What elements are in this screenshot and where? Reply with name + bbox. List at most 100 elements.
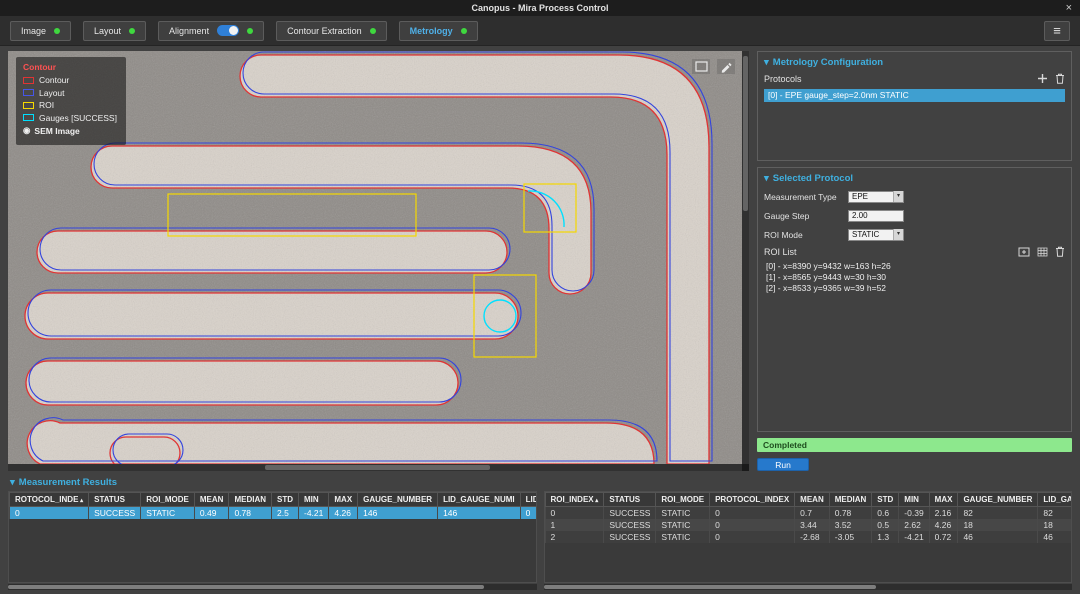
- table-cell: 3.52: [828, 519, 873, 531]
- column-header-std[interactable]: STD: [871, 492, 900, 507]
- edit-roi-button[interactable]: [717, 59, 735, 74]
- status-dot-icon: [129, 27, 136, 34]
- table-cell: 0: [519, 506, 536, 519]
- metrology-configuration-header[interactable]: ▾ Metrology Configuration: [764, 57, 1065, 68]
- radio-selected-icon: ◉: [23, 125, 31, 135]
- tab-alignment[interactable]: Alignment: [158, 20, 265, 41]
- delete-roi-button[interactable]: [1055, 246, 1065, 257]
- tab-label: Image: [21, 25, 47, 36]
- column-header-status[interactable]: STATUS: [603, 492, 657, 507]
- delete-protocol-button[interactable]: [1055, 73, 1065, 84]
- toolbar: Image Layout Alignment Contour Extractio…: [0, 16, 1080, 46]
- edit-roi-grid-button[interactable]: [1037, 247, 1048, 257]
- legend-item-contour[interactable]: Contour: [23, 75, 117, 85]
- column-header-roi_index[interactable]: ROI_INDEX ▴: [544, 492, 605, 507]
- status-text: Completed: [763, 440, 807, 450]
- add-rect-icon: [1018, 247, 1030, 256]
- legend-item-label: ROI: [39, 100, 55, 110]
- column-header-max[interactable]: MAX: [328, 492, 359, 507]
- roi-table-scrollbar[interactable]: [543, 584, 1072, 590]
- viewer-tools: [692, 59, 735, 74]
- viewer-vertical-scrollbar[interactable]: [742, 51, 749, 464]
- table-cell: -4.21: [898, 531, 930, 543]
- column-header-rotocol_inde[interactable]: ROTOCOL_INDE ▴: [8, 492, 90, 507]
- gauge-step-row: Gauge Step: [764, 209, 1065, 222]
- gauge-step-input[interactable]: [848, 209, 904, 222]
- roi-list-item[interactable]: [2] - x=8533 y=9365 w=39 h=52: [764, 283, 1065, 294]
- tab-metrology[interactable]: Metrology: [398, 20, 478, 41]
- column-header-mean[interactable]: MEAN: [193, 492, 230, 507]
- section-title: Selected Protocol: [772, 173, 854, 184]
- roi-list[interactable]: [0] - x=8390 y=9432 w=163 h=26 [1] - x=8…: [764, 261, 1065, 426]
- selected-protocol-section: ▾ Selected Protocol Measurement Type EPE…: [757, 167, 1072, 432]
- column-header-min[interactable]: MIN: [297, 492, 330, 507]
- scrollbar-thumb[interactable]: [543, 585, 877, 589]
- table-row[interactable]: 1SUCCESSSTATIC03.443.520.52.624.2618180: [544, 519, 1072, 531]
- column-header-mean[interactable]: MEAN: [794, 492, 830, 507]
- column-header-lid_gauge_num[interactable]: LID_GAUGE_NUM: [519, 492, 536, 507]
- roi-list-item[interactable]: [1] - x=8565 y=9443 w=30 h=30: [764, 272, 1065, 283]
- tab-image[interactable]: Image: [10, 20, 72, 41]
- table-cell: -0.39: [898, 506, 930, 519]
- right-panel: ▾ Metrology Configuration Protocols [0] …: [757, 51, 1072, 471]
- table-cell: 1: [544, 519, 605, 531]
- table-cell: 18: [957, 519, 1039, 531]
- sem-viewport[interactable]: Contour Contour Layout ROI Gauges [SUCCE…: [8, 51, 749, 471]
- add-protocol-button[interactable]: [1037, 73, 1048, 84]
- run-button[interactable]: Run: [757, 458, 809, 471]
- legend-item-sem-image[interactable]: ◉ SEM Image: [23, 125, 117, 136]
- table-row[interactable]: 0SUCCESSSTATIC00.70.780.6-0.392.1682820: [544, 506, 1072, 519]
- column-header-median[interactable]: MEDIAN: [228, 492, 272, 507]
- add-roi-button[interactable]: [1018, 247, 1030, 257]
- legend-item-label: Layout: [39, 87, 65, 98]
- select-region-button[interactable]: [692, 59, 710, 74]
- roi-mode-row: ROI Mode STATIC ▾: [764, 228, 1065, 241]
- column-header-lid_gauge_numb[interactable]: LID_GAUGE_NUMB: [1037, 492, 1072, 507]
- protocol-list-item[interactable]: [0] - EPE gauge_step=2.0nm STATIC: [764, 89, 1065, 102]
- measurement-results-panel: ▾ Measurement Results ROTOCOL_INDE ▴ STAT…: [0, 473, 1080, 594]
- legend-item-layout[interactable]: Layout: [23, 88, 117, 98]
- column-header-lid_gauge_numi[interactable]: LID_GAUGE_NUMI: [437, 492, 521, 507]
- column-header-protocol_index[interactable]: PROTOCOL_INDEX: [709, 492, 796, 507]
- measurement-type-select[interactable]: EPE ▾: [848, 190, 904, 203]
- viewer-horizontal-scrollbar[interactable]: [8, 464, 742, 471]
- column-header-status[interactable]: STATUS: [88, 492, 142, 507]
- legend-item-roi[interactable]: ROI: [23, 100, 117, 110]
- column-header-median[interactable]: MEDIAN: [828, 492, 873, 507]
- trash-icon: [1056, 246, 1064, 257]
- roi-results: ROI_INDEX ▴ STATUS ROI_MODE PROTOCOL_INDEX M…: [543, 491, 1072, 590]
- close-icon[interactable]: ×: [1066, 0, 1072, 16]
- table-row[interactable]: 0 SUCCESS STATIC 0.49 0.78 2.5 -4.21 4.26 146 146…: [8, 506, 536, 519]
- table-cell: 46: [1037, 531, 1072, 543]
- tab-contour-extraction[interactable]: Contour Extraction: [276, 20, 387, 41]
- table-cell: 1.3: [871, 531, 900, 543]
- table-cell: SUCCESS: [603, 531, 657, 543]
- protocol-list[interactable]: [0] - EPE gauge_step=2.0nm STATIC: [764, 89, 1065, 155]
- selected-protocol-header[interactable]: ▾ Selected Protocol: [764, 173, 1065, 184]
- legend-item-gauges[interactable]: Gauges [SUCCESS]: [23, 113, 117, 123]
- chevron-down-icon: ▾: [764, 57, 769, 68]
- table-cell: 4.26: [928, 519, 959, 531]
- roi-list-item[interactable]: [0] - x=8390 y=9432 w=163 h=26: [764, 261, 1065, 272]
- column-header-min[interactable]: MIN: [898, 492, 930, 507]
- column-header-gauge_number[interactable]: GAUGE_NUMBER: [357, 492, 439, 507]
- hamburger-menu-icon[interactable]: ≡: [1044, 20, 1070, 41]
- column-header-gauge_number[interactable]: GAUGE_NUMBER: [957, 492, 1039, 507]
- scrollbar-thumb[interactable]: [8, 585, 484, 589]
- table-row[interactable]: 2 SUCCESS STATIC 0 -2.68 -3.05 1.3 -4.21 0.72 46 4…: [544, 531, 1072, 543]
- protocol-table-scrollbar[interactable]: [8, 584, 537, 590]
- section-title: Metrology Configuration: [772, 57, 884, 68]
- scrollbar-thumb[interactable]: [743, 56, 748, 211]
- column-header-roi_mode[interactable]: ROI_MODE: [140, 492, 195, 507]
- scrollbar-thumb[interactable]: [265, 465, 490, 470]
- column-header-roi_mode[interactable]: ROI_MODE: [655, 492, 711, 507]
- alignment-toggle[interactable]: [217, 25, 240, 36]
- table-cell: 0.7: [794, 506, 830, 519]
- layout-swatch-icon: [23, 89, 34, 96]
- roi-mode-select[interactable]: STATIC ▾: [848, 228, 904, 241]
- column-header-max[interactable]: MAX: [928, 492, 959, 507]
- tab-layout[interactable]: Layout: [83, 20, 147, 41]
- roi-results-table: ROI_INDEX ▴ STATUS ROI_MODE PROTOCOL_INDEX M…: [544, 492, 1072, 543]
- measurement-results-header[interactable]: ▾ Measurement Results: [10, 477, 1072, 488]
- column-header-std[interactable]: STD: [271, 492, 299, 507]
